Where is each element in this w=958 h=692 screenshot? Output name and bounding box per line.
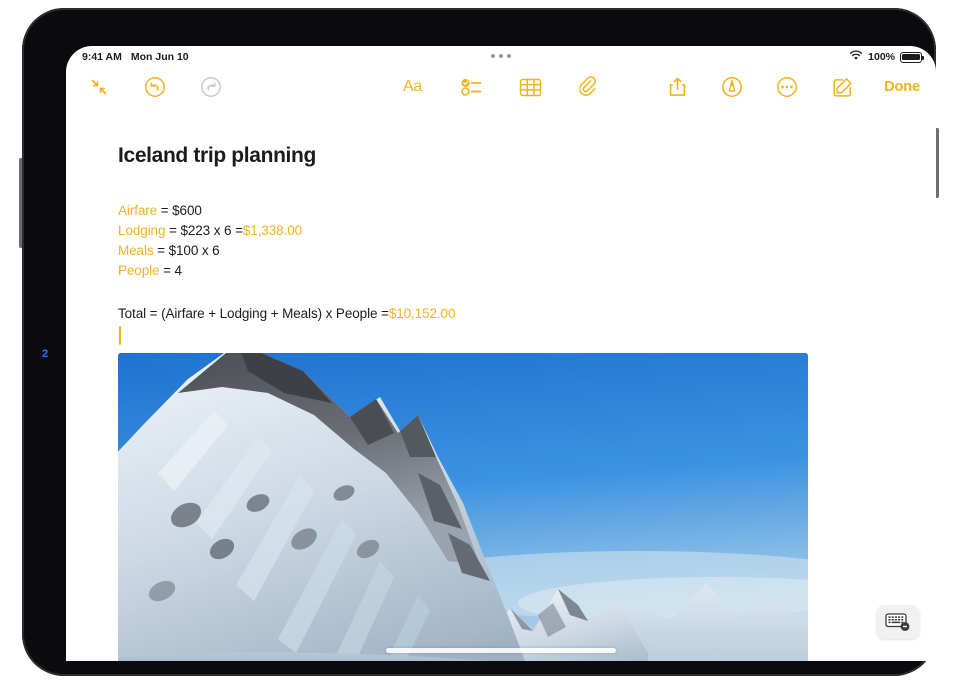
aa-format-icon[interactable]: Aa (398, 72, 428, 102)
math-line-total[interactable]: Total = (Airfare + Lodging + Meals) x Pe… (118, 306, 455, 321)
checklist-icon[interactable] (457, 72, 487, 102)
redo-icon (196, 72, 226, 102)
battery-percent-label: 100% (868, 51, 895, 63)
text-cursor (119, 326, 121, 345)
math-expression: = $223 x 6 = (165, 223, 243, 238)
done-button[interactable]: Done (882, 79, 920, 95)
home-indicator[interactable] (386, 648, 616, 653)
total-expression: Total = (Airfare + Lodging + Meals) x Pe… (118, 306, 389, 321)
math-variable: Airfare (118, 203, 158, 218)
status-bar-right: 100% (849, 50, 924, 64)
math-expression: = $600 (157, 203, 202, 218)
math-variable: Lodging (118, 223, 166, 238)
handle-dot (491, 54, 495, 58)
table-icon[interactable] (516, 72, 546, 102)
math-line-lodging[interactable]: Lodging = $223 x 6 =$1,338.00 (118, 221, 302, 241)
status-bar: 9:41 AM Mon Jun 10 100% (66, 46, 936, 68)
note-body[interactable]: Iceland trip planning Airfare = $600 Lod… (66, 114, 936, 661)
dismiss-keyboard-icon[interactable] (876, 605, 920, 639)
undo-icon[interactable] (140, 72, 170, 102)
wifi-icon (849, 50, 863, 64)
math-line-people[interactable]: People = 4 (118, 261, 302, 281)
compose-icon[interactable] (827, 72, 857, 102)
total-result: $10,152.00 (388, 306, 456, 321)
battery-fill (902, 53, 920, 61)
aa-format-label: Aa (403, 78, 422, 95)
paperclip-icon[interactable] (575, 72, 605, 102)
handle-dot (507, 54, 511, 58)
math-variable: Meals (118, 243, 154, 258)
math-result: $1,338.00 (242, 223, 303, 238)
callout-marker-2: 2 (42, 348, 48, 360)
toolbar-left-group (84, 72, 226, 102)
battery-icon (900, 51, 924, 63)
note-toolbar: Aa Done (66, 68, 936, 114)
toolbar-right-group: Done (662, 72, 920, 102)
status-date: Mon Jun 10 (130, 51, 189, 63)
ellipsis-circle-icon[interactable] (772, 72, 802, 102)
math-variable: People (118, 263, 160, 278)
math-note-block[interactable]: Airfare = $600 Lodging = $223 x 6 =$1,33… (118, 201, 302, 281)
math-line-meals[interactable]: Meals = $100 x 6 (118, 241, 302, 261)
math-expression: = 4 (159, 263, 182, 278)
ipad-device-frame: 2 9:41 AM Mon Jun 10 100% Aa Done Icelan… (19, 8, 939, 676)
mountain-photo[interactable] (118, 353, 808, 661)
markup-pen-icon[interactable] (717, 72, 747, 102)
toolbar-center-group: Aa (398, 72, 605, 102)
status-bar-left: 9:41 AM Mon Jun 10 (82, 51, 189, 63)
device-screen: 9:41 AM Mon Jun 10 100% Aa Done Iceland … (66, 46, 936, 661)
handle-dot (499, 54, 503, 58)
math-line-airfare[interactable]: Airfare = $600 (118, 201, 302, 221)
status-time: 9:41 AM (82, 51, 122, 63)
collapse-arrows-icon[interactable] (84, 72, 114, 102)
note-title[interactable]: Iceland trip planning (118, 144, 316, 168)
share-icon[interactable] (662, 72, 692, 102)
multitask-handle-icon[interactable] (491, 54, 511, 58)
math-expression: = $100 x 6 (153, 243, 220, 258)
